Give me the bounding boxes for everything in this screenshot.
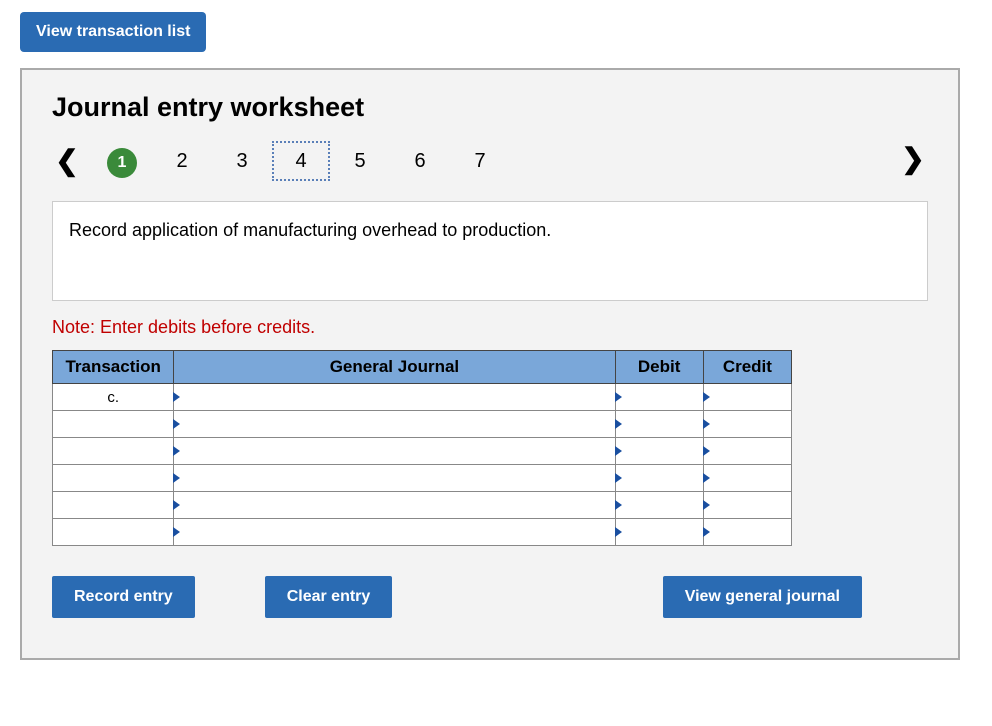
instruction-box: Record application of manufacturing over… [52, 201, 928, 301]
cell-credit[interactable] [703, 492, 791, 519]
table-row: c. [53, 384, 792, 411]
cell-transaction [53, 492, 174, 519]
cell-credit[interactable] [703, 411, 791, 438]
th-transaction: Transaction [53, 351, 174, 384]
dropdown-indicator-icon [703, 446, 710, 456]
page-step-1[interactable]: 1 [92, 143, 152, 179]
view-general-journal-button[interactable]: View general journal [663, 576, 862, 618]
dropdown-indicator-icon [615, 527, 622, 537]
cell-transaction [53, 411, 174, 438]
cell-general-journal[interactable] [174, 492, 615, 519]
journal-entry-worksheet: Journal entry worksheet ❮ 1234567 ❯ Reco… [20, 68, 960, 660]
dropdown-indicator-icon [615, 446, 622, 456]
dropdown-indicator-icon [173, 527, 180, 537]
dropdown-indicator-icon [173, 473, 180, 483]
dropdown-indicator-icon [703, 500, 710, 510]
cell-transaction: c. [53, 384, 174, 411]
cell-debit[interactable] [615, 384, 703, 411]
page-step-7[interactable]: 7 [450, 143, 510, 179]
clear-entry-button[interactable]: Clear entry [265, 576, 393, 618]
journal-table: Transaction General Journal Debit Credit… [52, 350, 792, 546]
cell-debit[interactable] [615, 411, 703, 438]
chevron-right-icon[interactable]: ❯ [898, 141, 928, 177]
cell-credit[interactable] [703, 384, 791, 411]
cell-debit[interactable] [615, 519, 703, 546]
action-button-row: Record entry Clear entry View general jo… [52, 576, 862, 618]
cell-general-journal[interactable] [174, 411, 615, 438]
page-step-2[interactable]: 2 [152, 143, 212, 179]
dropdown-indicator-icon [703, 473, 710, 483]
th-credit: Credit [703, 351, 791, 384]
page-step-5[interactable]: 5 [330, 143, 390, 179]
table-row [53, 438, 792, 465]
cell-credit[interactable] [703, 519, 791, 546]
instruction-text: Record application of manufacturing over… [69, 220, 551, 240]
page-step-6[interactable]: 6 [390, 143, 450, 179]
table-row [53, 411, 792, 438]
dropdown-indicator-icon [703, 419, 710, 429]
cell-debit[interactable] [615, 438, 703, 465]
dropdown-indicator-icon [615, 500, 622, 510]
dropdown-indicator-icon [615, 419, 622, 429]
cell-general-journal[interactable] [174, 465, 615, 492]
dropdown-indicator-icon [703, 527, 710, 537]
dropdown-indicator-icon [173, 446, 180, 456]
cell-transaction [53, 465, 174, 492]
dropdown-indicator-icon [173, 500, 180, 510]
cell-general-journal[interactable] [174, 384, 615, 411]
cell-transaction [53, 519, 174, 546]
step-pager: ❮ 1234567 ❯ [52, 141, 928, 181]
dropdown-indicator-icon [173, 392, 180, 402]
cell-general-journal[interactable] [174, 519, 615, 546]
page-step-3[interactable]: 3 [212, 143, 272, 179]
record-entry-button[interactable]: Record entry [52, 576, 195, 618]
dropdown-indicator-icon [703, 392, 710, 402]
dropdown-indicator-icon [615, 392, 622, 402]
cell-debit[interactable] [615, 465, 703, 492]
worksheet-title: Journal entry worksheet [52, 92, 928, 123]
table-row [53, 492, 792, 519]
page-step-4[interactable]: 4 [272, 141, 330, 181]
cell-general-journal[interactable] [174, 438, 615, 465]
th-debit: Debit [615, 351, 703, 384]
note-text: Note: Enter debits before credits. [52, 317, 928, 338]
table-row [53, 519, 792, 546]
th-general-journal: General Journal [174, 351, 615, 384]
cell-credit[interactable] [703, 438, 791, 465]
cell-transaction [53, 438, 174, 465]
dropdown-indicator-icon [615, 473, 622, 483]
cell-credit[interactable] [703, 465, 791, 492]
view-transaction-list-button[interactable]: View transaction list [20, 12, 206, 52]
cell-debit[interactable] [615, 492, 703, 519]
dropdown-indicator-icon [173, 419, 180, 429]
table-row [53, 465, 792, 492]
chevron-left-icon[interactable]: ❮ [52, 143, 82, 179]
